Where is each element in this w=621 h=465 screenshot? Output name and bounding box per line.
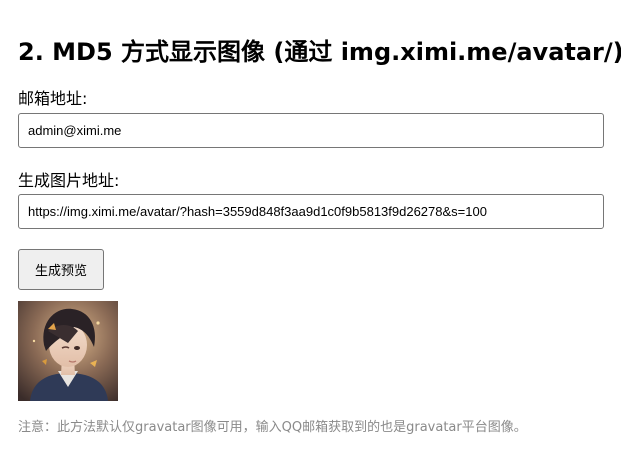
url-label: 生成图片地址: bbox=[18, 171, 120, 190]
avatar-preview-image bbox=[18, 301, 118, 401]
url-field[interactable] bbox=[18, 194, 604, 229]
usage-note: 注意：此方法默认仅gravatar图像可用，输入QQ邮箱获取到的也是gravat… bbox=[18, 420, 527, 435]
section-heading: 2. MD5 方式显示图像 (通过 img.ximi.me/avatar/) bbox=[18, 38, 621, 66]
avatar-illustration bbox=[18, 301, 118, 401]
generate-preview-button[interactable]: 生成预览 bbox=[18, 249, 104, 290]
email-label: 邮箱地址: bbox=[18, 89, 88, 108]
email-field[interactable] bbox=[18, 113, 604, 148]
